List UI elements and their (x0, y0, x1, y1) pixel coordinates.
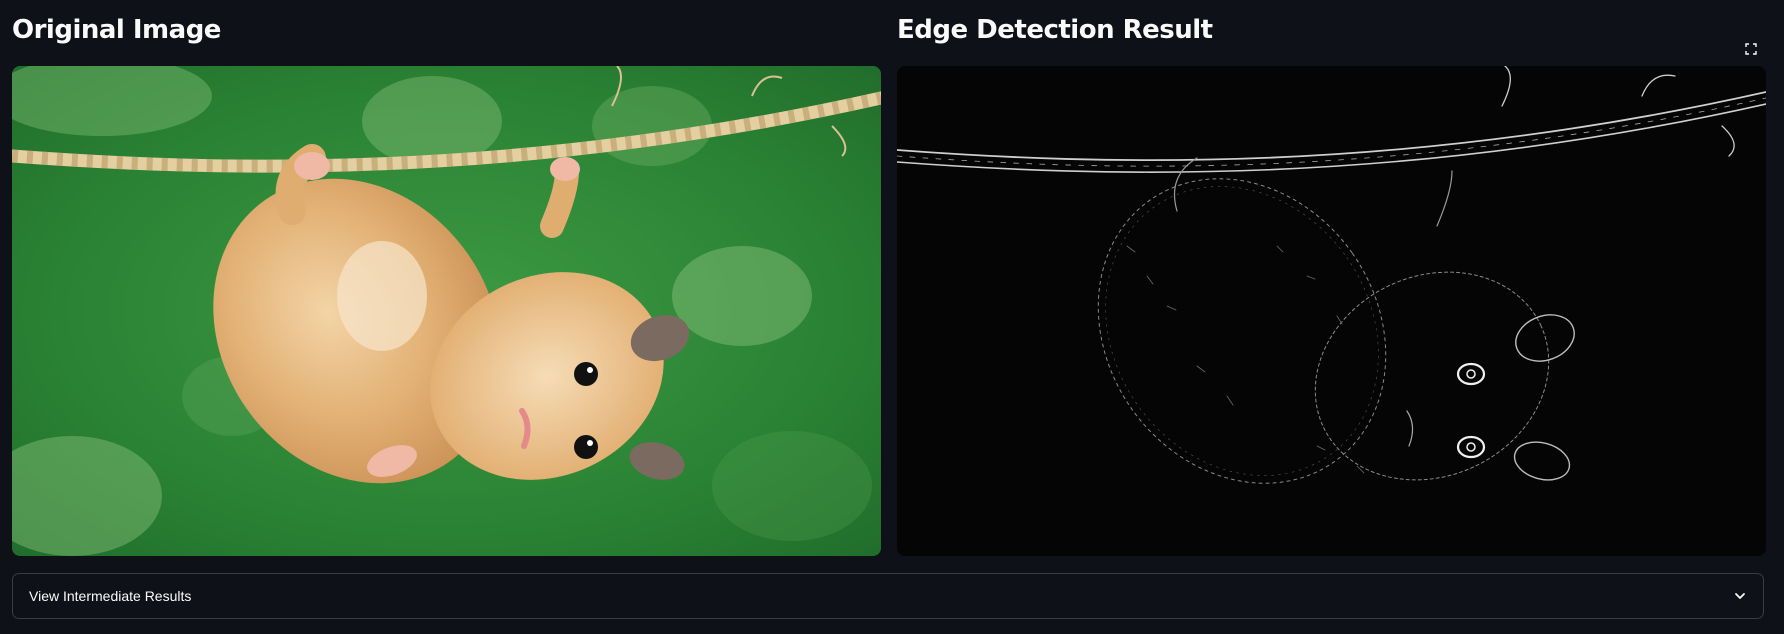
intermediate-results-expander[interactable]: View Intermediate Results (12, 573, 1764, 619)
edge-result-image (897, 66, 1766, 556)
expander-label: View Intermediate Results (29, 588, 192, 604)
chevron-down-icon (1733, 589, 1747, 603)
original-image (12, 66, 881, 556)
original-image-heading: Original Image (12, 15, 221, 45)
fullscreen-button[interactable] (1740, 38, 1762, 60)
app-page: Original Image Edge Detection Result Vie… (0, 0, 1784, 634)
fullscreen-icon (1745, 43, 1757, 55)
edge-result-heading: Edge Detection Result (897, 15, 1213, 45)
